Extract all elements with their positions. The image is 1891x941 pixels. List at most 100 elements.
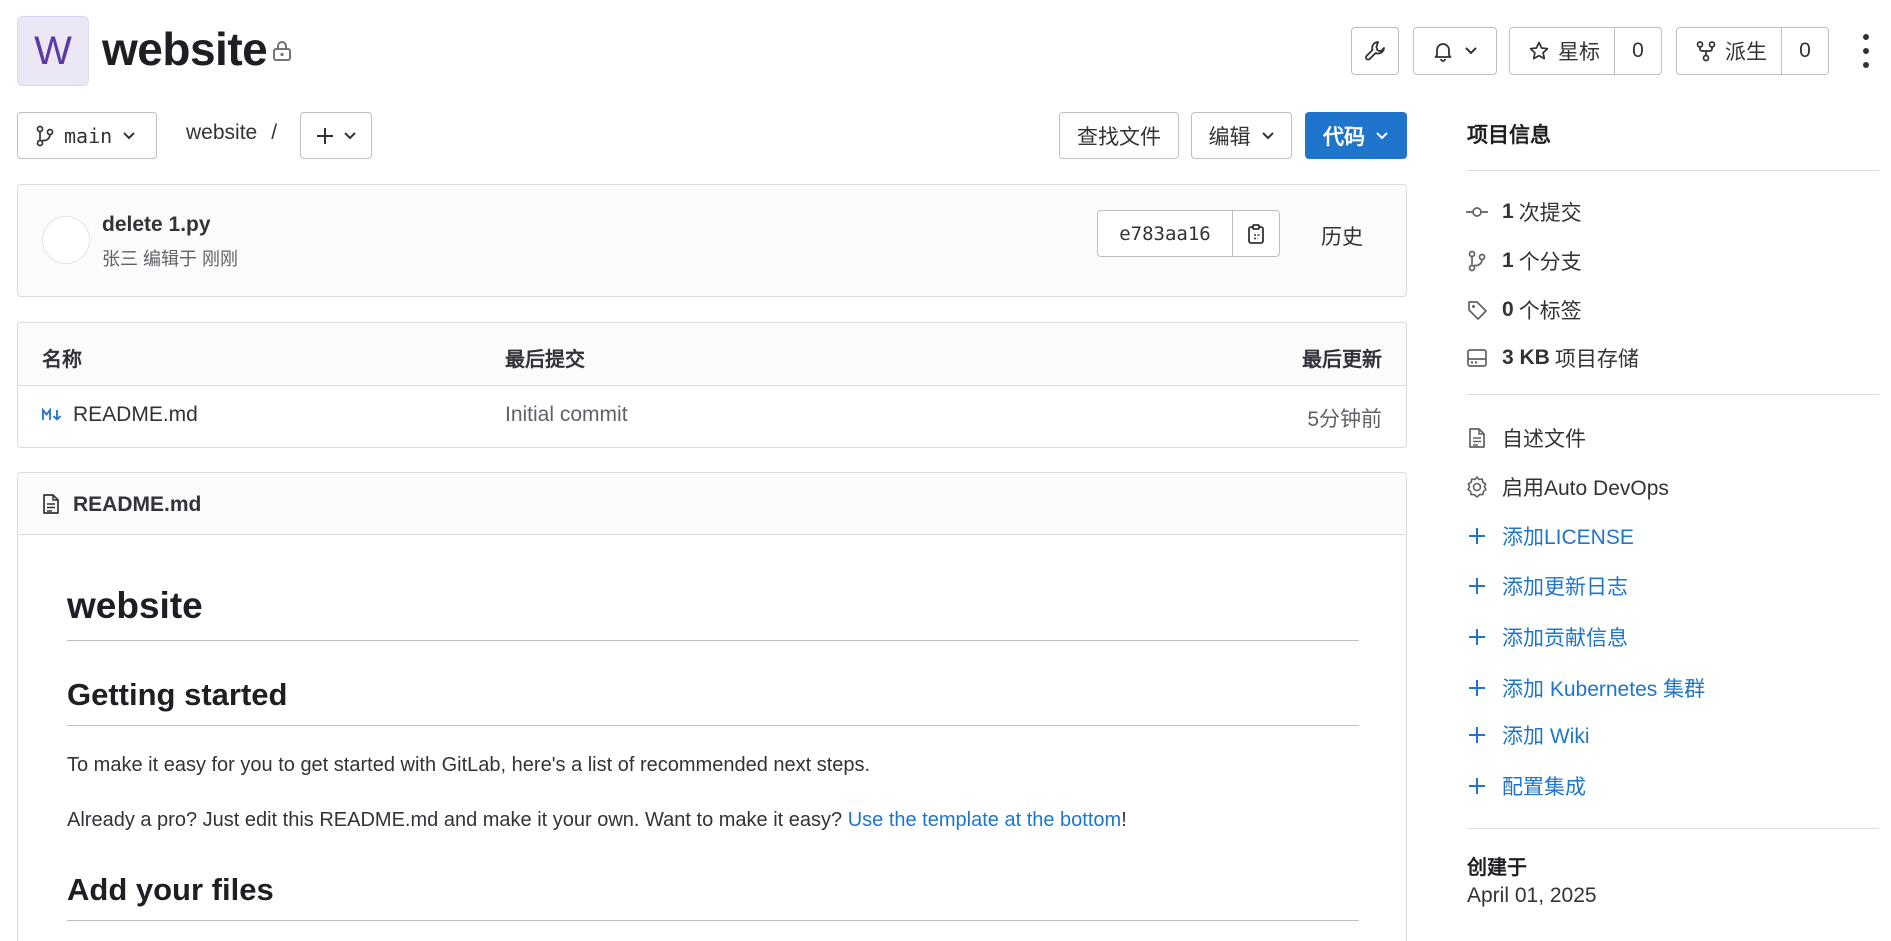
settings-button[interactable] xyxy=(1351,27,1399,75)
edit-dropdown-button[interactable]: 编辑 xyxy=(1191,112,1292,159)
readme-paragraph: Already a pro? Just edit this README.md … xyxy=(67,809,1127,832)
kebab-dot-icon xyxy=(1863,48,1869,54)
add-license-link[interactable]: 添加LICENSE xyxy=(1464,521,1634,551)
commit-title-link[interactable]: delete 1.py xyxy=(102,213,211,237)
branch-icon xyxy=(36,125,54,147)
more-actions-button[interactable] xyxy=(1856,32,1876,70)
plus-icon xyxy=(315,126,335,146)
branch-icon xyxy=(1464,250,1490,272)
star-icon xyxy=(1528,40,1550,62)
file-last-commit-link[interactable]: Initial commit xyxy=(505,403,628,427)
commits-count: 1 xyxy=(1502,200,1514,223)
commit-action: 编辑于 xyxy=(143,249,197,269)
add-contributing-link[interactable]: 添加贡献信息 xyxy=(1464,622,1628,652)
add-wiki-link[interactable]: 添加 Wiki xyxy=(1464,720,1590,750)
sidebar-divider xyxy=(1467,170,1879,171)
lock-icon xyxy=(272,40,292,62)
sidebar-readme-link[interactable]: 自述文件 xyxy=(1464,423,1586,453)
plus-icon xyxy=(1464,776,1490,796)
fork-label: 派生 xyxy=(1725,41,1767,64)
edit-label: 编辑 xyxy=(1208,125,1251,149)
find-file-label: 查找文件 xyxy=(1077,125,1161,149)
commit-sha: e783aa16 xyxy=(1119,222,1211,245)
kebab-dot-icon xyxy=(1863,34,1869,40)
configure-integrations-link[interactable]: 配置集成 xyxy=(1464,771,1586,801)
sidebar-divider xyxy=(1467,828,1879,829)
readme-h1: website xyxy=(67,585,203,626)
last-commit-panel: delete 1.py 张三 编辑于 刚刚 e783aa16 历史 xyxy=(17,184,1407,297)
add-changelog-label: 添加更新日志 xyxy=(1502,576,1628,599)
readme-filename-link[interactable]: README.md xyxy=(73,493,201,517)
readme-h2-rule xyxy=(67,725,1359,726)
template-link[interactable]: Use the template at the bottom xyxy=(848,809,1122,831)
add-to-tree-button[interactable] xyxy=(300,112,372,159)
tag-icon xyxy=(1464,299,1490,321)
history-button[interactable]: 历史 xyxy=(1321,221,1363,251)
fork-button[interactable]: 派生 xyxy=(1676,27,1782,75)
add-wiki-label: 添加 Wiki xyxy=(1502,725,1590,748)
commit-meta: 张三 编辑于 刚刚 xyxy=(102,245,238,271)
settings-gear-icon xyxy=(1464,475,1490,499)
readme-panel: README.md website Getting started To mak… xyxy=(17,472,1407,941)
sidebar-tags-link[interactable]: 0 个标签 xyxy=(1464,295,1582,325)
wrench-icon xyxy=(1364,40,1386,62)
column-header-last-update: 最后更新 xyxy=(1302,349,1382,371)
author-avatar[interactable] xyxy=(42,216,90,264)
commits-label: 次提交 xyxy=(1518,202,1582,225)
commit-time: 刚刚 xyxy=(202,249,238,269)
kebab-dot-icon xyxy=(1863,62,1869,68)
project-avatar[interactable]: W xyxy=(17,16,89,86)
add-contributing-label: 添加贡献信息 xyxy=(1502,627,1628,650)
commit-author-link[interactable]: 张三 xyxy=(102,245,138,271)
sidebar-storage-link[interactable]: 3 KB 项目存储 xyxy=(1464,343,1639,373)
copy-icon xyxy=(1246,223,1266,245)
branch-name: main xyxy=(64,123,113,148)
file-name-link[interactable]: README.md xyxy=(73,403,198,427)
readme-h2-rule xyxy=(67,920,1359,921)
star-count[interactable]: 0 xyxy=(1614,27,1662,75)
plus-icon xyxy=(1464,627,1490,647)
fork-count-value: 0 xyxy=(1799,39,1811,62)
plus-icon xyxy=(1464,526,1490,546)
readme-h2-add-files: Add your files xyxy=(67,872,274,907)
commit-sha-button[interactable]: e783aa16 xyxy=(1097,210,1233,257)
add-kubernetes-link[interactable]: 添加 Kubernetes 集群 xyxy=(1464,673,1705,703)
sidebar-branches-link[interactable]: 1 个分支 xyxy=(1464,246,1582,276)
sidebar-divider xyxy=(1467,394,1879,395)
readme-link-label: 自述文件 xyxy=(1502,428,1586,451)
star-button[interactable]: 星标 xyxy=(1509,27,1615,75)
tags-count: 0 xyxy=(1502,298,1514,321)
table-row[interactable]: README.md Initial commit 5分钟前 xyxy=(18,386,1406,447)
code-dropdown-button[interactable]: 代码 xyxy=(1305,112,1407,159)
readme-header: README.md xyxy=(18,473,1406,535)
code-label: 代码 xyxy=(1323,125,1365,149)
configure-integrations-label: 配置集成 xyxy=(1502,776,1586,799)
chevron-down-icon xyxy=(1261,131,1275,141)
notifications-button[interactable] xyxy=(1413,27,1497,75)
storage-size: 3 KB xyxy=(1502,346,1550,369)
readme-paragraph: To make it easy for you to get started w… xyxy=(67,754,871,776)
breadcrumb-root-link[interactable]: website xyxy=(186,121,257,145)
readme-h1-rule xyxy=(67,640,1359,641)
branch-selector[interactable]: main xyxy=(17,112,157,159)
bell-icon xyxy=(1432,40,1454,62)
page-title: website xyxy=(102,23,268,75)
column-header-name: 名称 xyxy=(42,349,82,371)
plus-icon xyxy=(1464,678,1490,698)
add-changelog-link[interactable]: 添加更新日志 xyxy=(1464,571,1628,601)
commit-icon xyxy=(1464,205,1490,219)
fork-count[interactable]: 0 xyxy=(1781,27,1829,75)
tags-label: 个标签 xyxy=(1518,300,1582,323)
fork-icon xyxy=(1695,40,1717,62)
copy-sha-button[interactable] xyxy=(1232,210,1280,257)
markdown-file-icon xyxy=(42,408,64,422)
star-label: 星标 xyxy=(1558,41,1600,64)
sidebar-auto-devops-link[interactable]: 启用Auto DevOps xyxy=(1464,472,1669,502)
project-avatar-letter: W xyxy=(34,28,72,73)
table-header: 名称 最后提交 最后更新 xyxy=(18,323,1406,386)
readme-h2-getting-started: Getting started xyxy=(67,677,288,712)
readme-paragraph-text: Already a pro? Just edit this README.md … xyxy=(67,809,848,831)
add-license-label: 添加LICENSE xyxy=(1502,526,1634,549)
sidebar-commits-link[interactable]: 1 次提交 xyxy=(1464,197,1582,227)
find-file-button[interactable]: 查找文件 xyxy=(1059,112,1179,159)
